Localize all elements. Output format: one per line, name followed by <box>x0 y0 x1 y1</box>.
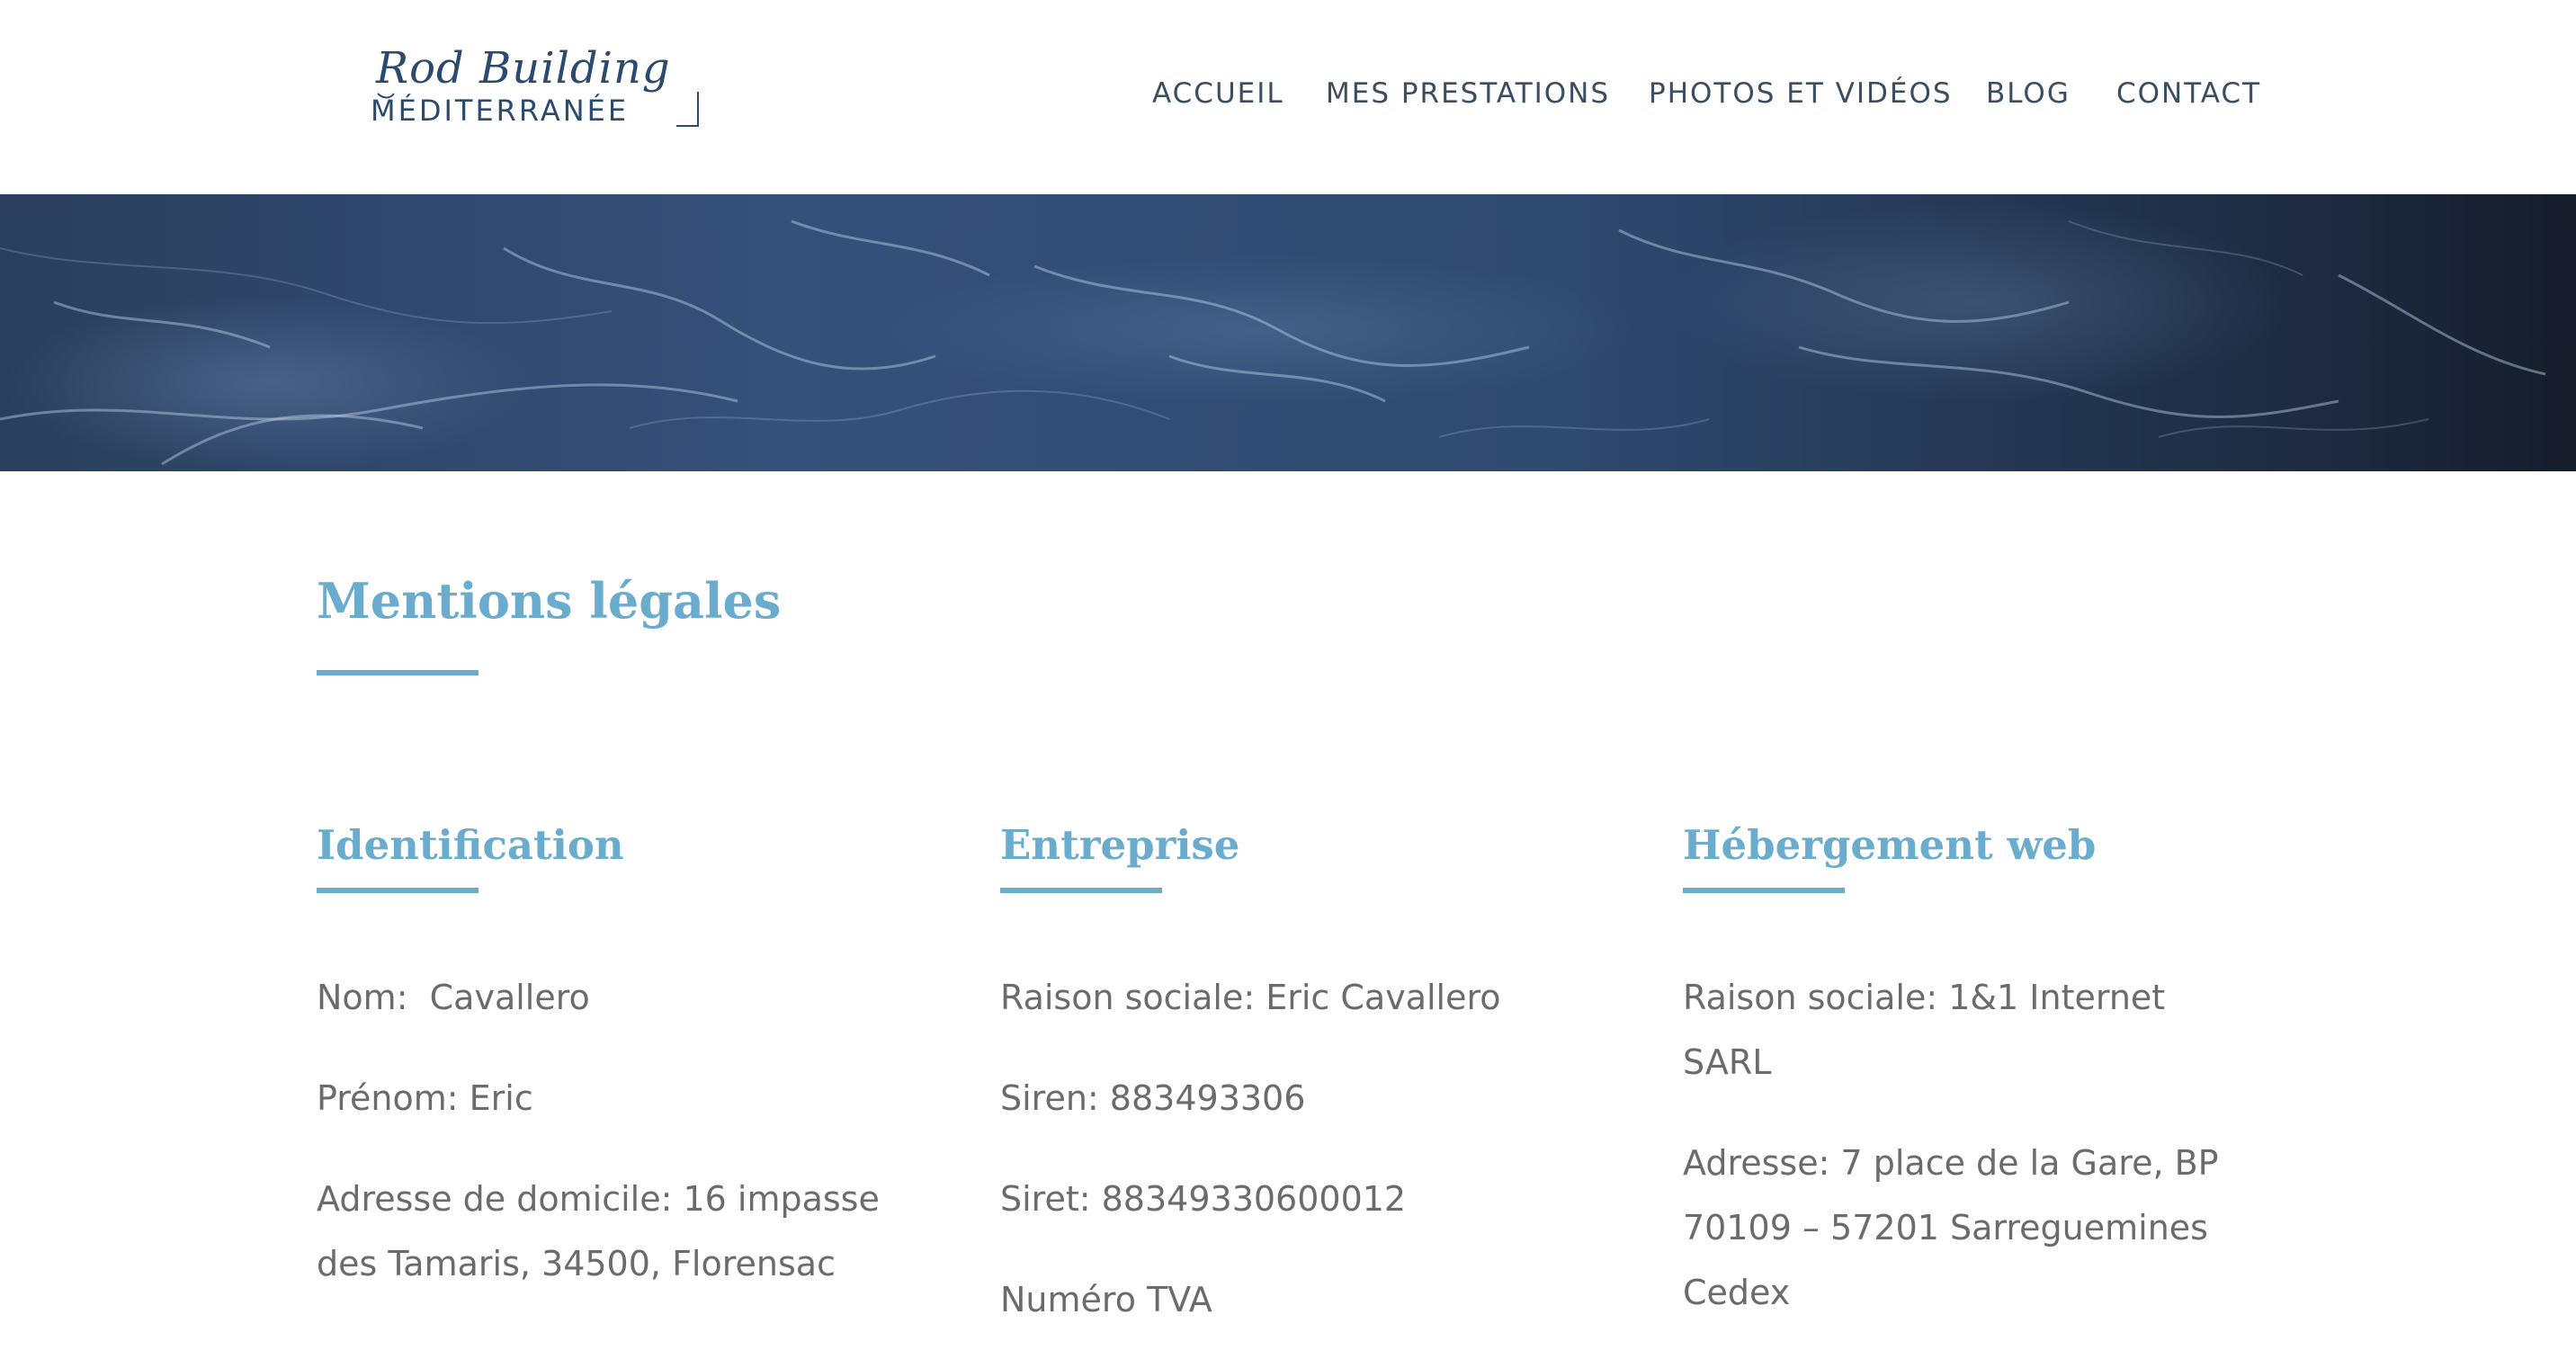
entreprise-numero-tva: Numéro TVA <box>1000 1280 1212 1319</box>
identification-prenom: Prénom: Eric <box>317 1078 533 1118</box>
heading-identification: Identification <box>317 821 624 870</box>
divider-identification <box>317 888 479 893</box>
nav-item-blog[interactable]: BLOG <box>1986 74 2071 113</box>
hebergement-adresse: Adresse: 7 place de la Gare, BP 70109 – … <box>1683 1143 2219 1312</box>
entreprise-raison-sociale: Raison sociale: Eric Cavallero <box>1000 978 1501 1017</box>
nav-item-mes-prestations[interactable]: MES PRESTATIONS <box>1326 74 1610 113</box>
entreprise-siren: Siren: 883493306 <box>1000 1078 1306 1118</box>
hebergement-raison-sociale: Raison sociale: 1&1 Internet SARL <box>1683 978 2166 1082</box>
entreprise-content: Raison sociale: Eric Cavallero Siren: 88… <box>1000 965 1576 1368</box>
nav-item-contact[interactable]: CONTACT <box>2116 74 2261 113</box>
hebergement-content: Raison sociale: 1&1 Internet SARL Adress… <box>1683 965 2258 1361</box>
entreprise-siret: Siret: 88349330600012 <box>1000 1179 1407 1219</box>
identification-content: Nom: Cavallero Prénom: Eric Adresse de d… <box>317 965 892 1332</box>
heading-hebergement-web: Hébergement web <box>1683 821 2097 870</box>
divider-hebergement-web <box>1683 888 1845 893</box>
water-texture-graphic <box>0 219 2546 466</box>
nav-item-photos-et-videos[interactable]: PHOTOS ET VIDÉOS <box>1649 74 1953 113</box>
divider-entreprise <box>1000 888 1162 893</box>
page-title: Mentions légales <box>317 572 782 630</box>
main-nav: ACCUEIL MES PRESTATIONS PHOTOS ET VIDÉOS… <box>0 74 2576 113</box>
identification-nom: Nom: Cavallero <box>317 978 590 1017</box>
site-header: Rod Building MÉDITERRANÉE ACCUEIL MES PR… <box>0 0 2576 194</box>
heading-entreprise: Entreprise <box>1000 821 1240 870</box>
identification-adresse: Adresse de domicile: 16 impasse des Tama… <box>317 1179 880 1283</box>
page-title-divider <box>317 670 479 675</box>
nav-item-accueil[interactable]: ACCUEIL <box>1152 74 1284 113</box>
hero-water-banner <box>0 194 2576 471</box>
